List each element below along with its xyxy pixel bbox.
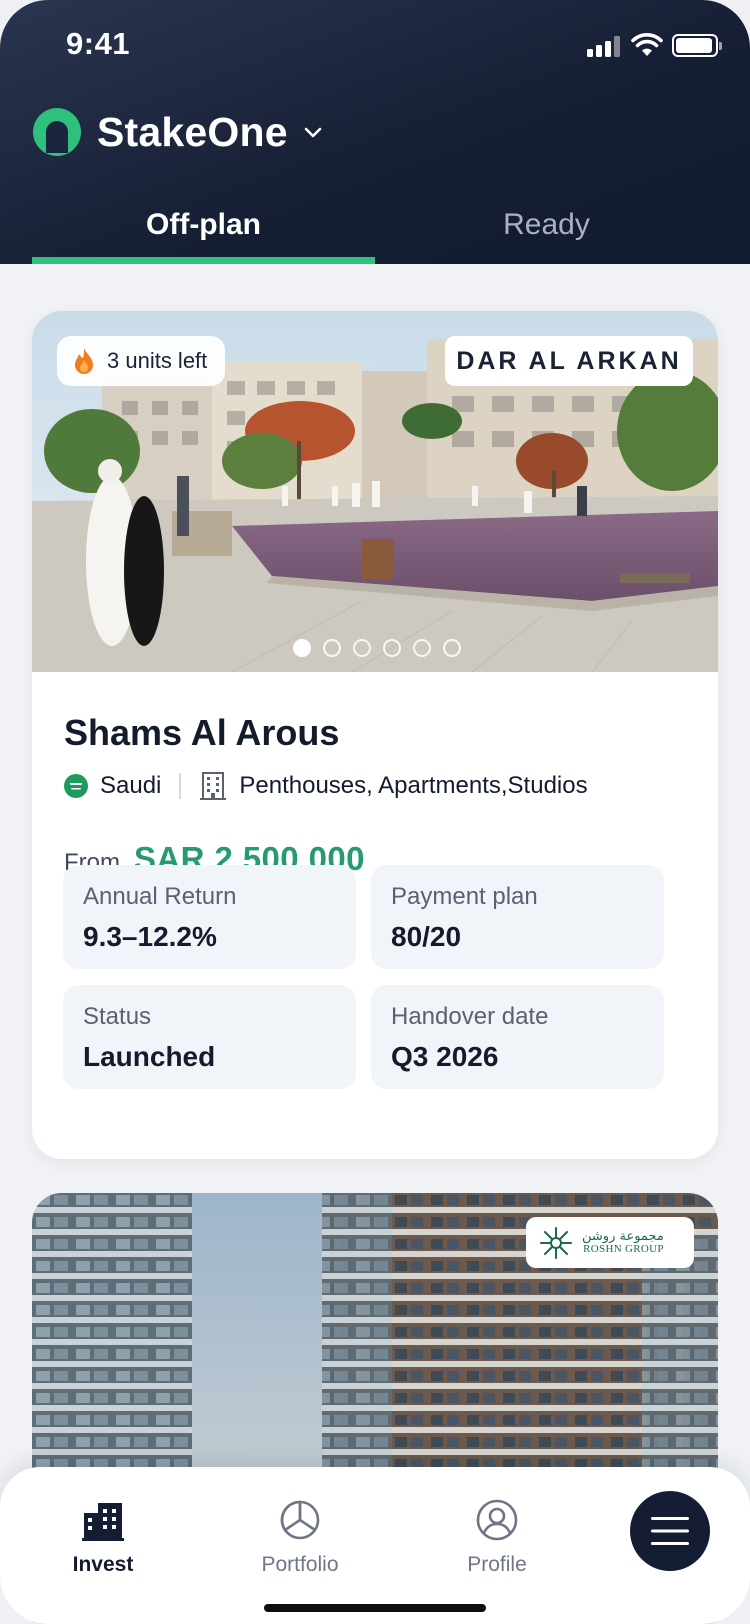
status-bar: 9:41: [0, 0, 750, 90]
nav-portfolio[interactable]: Portfolio: [220, 1497, 380, 1577]
roshn-wordmark: مجموعة روشن ROSHN GROUP: [582, 1230, 664, 1255]
nav-label: Portfolio: [261, 1553, 339, 1576]
project-meta: Saudi Penthouses, Apartments,Studios: [64, 769, 588, 803]
wifi-icon: [631, 33, 663, 56]
roshn-emblem-icon: [540, 1226, 572, 1259]
developer-logo: مجموعة روشن ROSHN GROUP: [526, 1217, 694, 1268]
stat-label: Payment plan: [391, 883, 538, 910]
active-tab-indicator: [32, 257, 375, 264]
stat-value: Launched: [83, 1041, 216, 1072]
developer-name-en: ROSHN GROUP: [583, 1242, 664, 1255]
brand-name: StakeOne: [97, 108, 288, 155]
stakeone-logo-icon: [33, 108, 81, 156]
carousel-dot[interactable]: [383, 639, 401, 657]
country-label: Saudi: [100, 772, 162, 799]
property-types: Penthouses, Apartments,Studios: [239, 772, 588, 799]
pie-chart-icon: [280, 1500, 320, 1540]
nav-label: Profile: [467, 1553, 527, 1576]
listing-card[interactable]: 3 units left DAR AL ARKAN Shams Al Arous: [32, 311, 718, 1159]
menu-button[interactable]: [630, 1491, 710, 1571]
nav-label: Invest: [72, 1553, 134, 1576]
developer-name: DAR AL ARKAN: [456, 346, 682, 375]
listing-image[interactable]: 3 units left DAR AL ARKAN: [32, 311, 718, 672]
carousel-dot[interactable]: [443, 639, 461, 657]
units-left-badge: 3 units left: [57, 336, 226, 386]
carousel-dot[interactable]: [323, 639, 341, 657]
hamburger-icon: [651, 1517, 689, 1545]
home-indicator[interactable]: [264, 1604, 486, 1612]
signal-icon: [587, 35, 623, 57]
status-time: 9:41: [66, 26, 131, 61]
carousel-dot[interactable]: [353, 639, 371, 657]
listing-details: Shams Al Arous Saudi Penthouses, Apartme…: [32, 672, 718, 1159]
buildings-icon: [82, 1503, 124, 1541]
meta-divider: [179, 773, 182, 799]
bottom-nav: Invest Portfolio Profile: [0, 1467, 750, 1624]
stat-status: Status Launched: [63, 985, 356, 1089]
tab-ready[interactable]: Ready: [375, 196, 718, 264]
stat-label: Status: [83, 1003, 152, 1030]
stat-annual-return: Annual Return 9.3–12.2%: [63, 865, 356, 969]
carousel-dots[interactable]: [293, 639, 461, 657]
stat-payment-plan: Payment plan 80/20: [371, 865, 664, 969]
stat-handover-date: Handover date Q3 2026: [371, 985, 664, 1089]
stat-label: Handover date: [391, 1003, 549, 1030]
saudi-flag-icon: [64, 774, 88, 798]
carousel-dot[interactable]: [413, 639, 431, 657]
battery-icon: [672, 34, 722, 57]
developer-logo: DAR AL ARKAN: [445, 336, 693, 386]
header: 9:41 StakeOne Off-plan Ready: [0, 0, 750, 264]
project-title: Shams Al Arous: [64, 712, 340, 753]
nav-invest[interactable]: Invest: [23, 1497, 183, 1577]
units-left-text: 3 units left: [107, 348, 208, 373]
flame-icon: [75, 348, 93, 374]
app-screen: 9:41 StakeOne Off-plan Ready 3 units lef…: [0, 0, 750, 1624]
tab-off-plan[interactable]: Off-plan: [32, 196, 375, 264]
building-icon: [200, 772, 227, 800]
stat-value: 80/20: [391, 921, 462, 952]
stat-value: 9.3–12.2%: [83, 921, 217, 952]
carousel-dot[interactable]: [293, 639, 311, 657]
stat-value: Q3 2026: [391, 1041, 499, 1072]
developer-name-ar: مجموعة روشن: [582, 1228, 664, 1244]
stat-label: Annual Return: [83, 883, 237, 910]
listing-tabs: Off-plan Ready: [32, 196, 718, 264]
brand-switcher[interactable]: StakeOne: [32, 104, 324, 160]
user-circle-icon: [476, 1499, 518, 1541]
nav-profile[interactable]: Profile: [417, 1497, 577, 1577]
chevron-down-icon: [304, 127, 322, 138]
